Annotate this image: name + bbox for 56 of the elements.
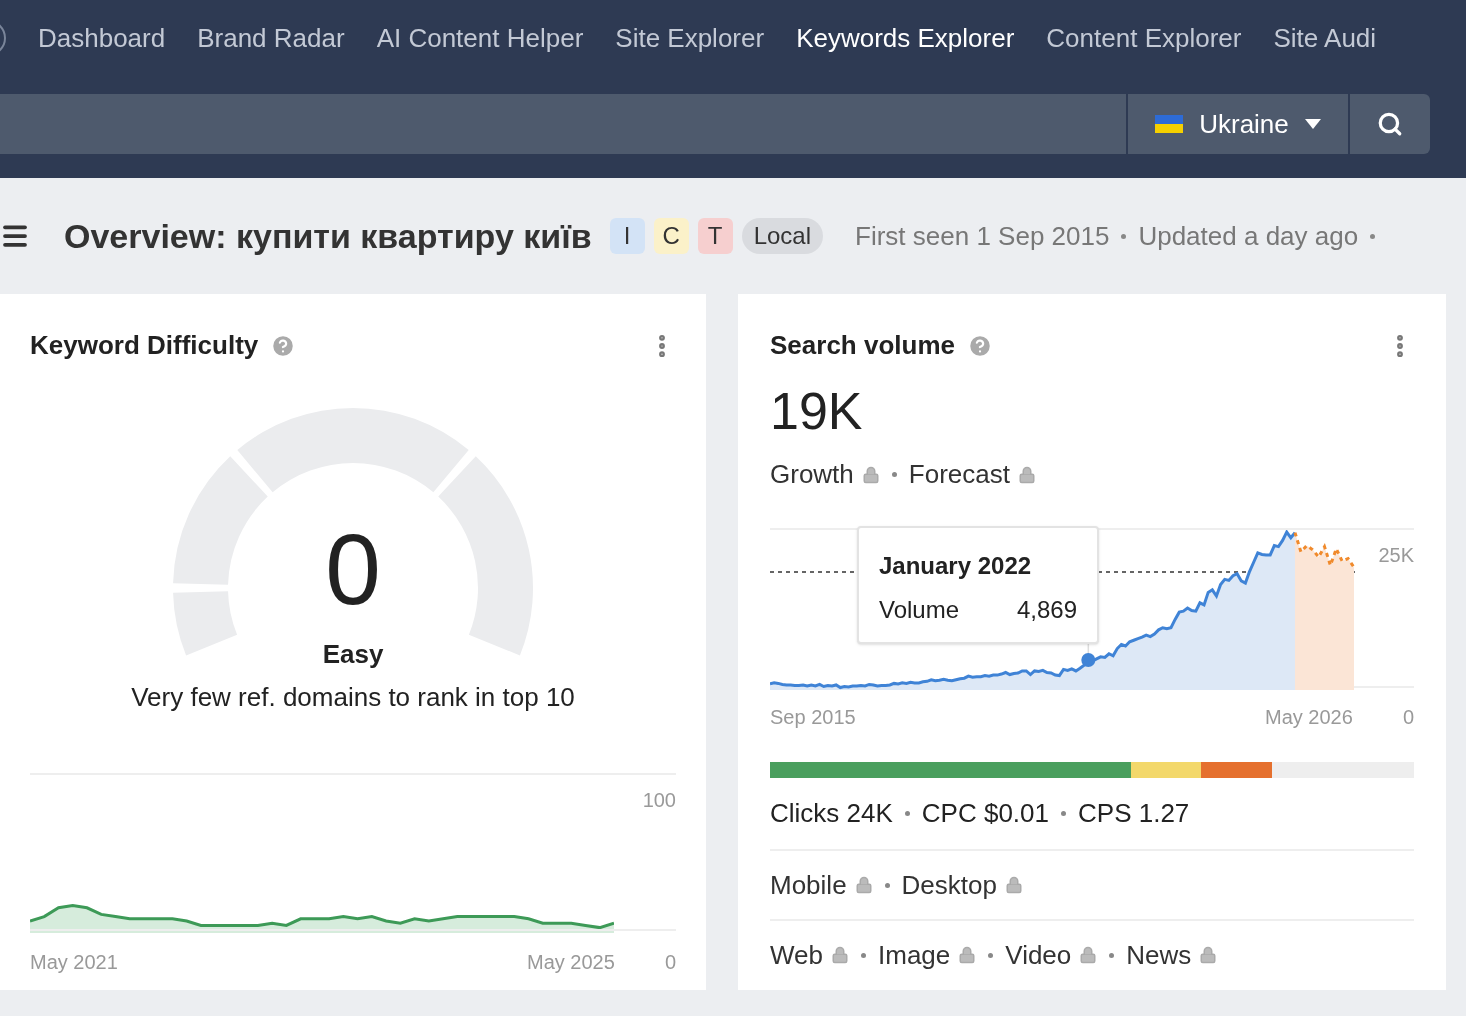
- lock-icon: [854, 876, 873, 895]
- intent-badge: I: [609, 218, 645, 254]
- search-button[interactable]: [1350, 94, 1430, 154]
- tooltip-month: January 2022: [879, 551, 1033, 581]
- nav-link[interactable]: Content Explorer: [1046, 18, 1242, 58]
- nav-link[interactable]: Brand Radar: [197, 18, 345, 58]
- lock-icon: [831, 946, 849, 965]
- axis-label: May 2021: [30, 950, 118, 975]
- page-title: Overview: купити квартиру київ: [64, 215, 592, 257]
- tooltip-value: 4,869: [1016, 595, 1077, 625]
- nav-link[interactable]: Keywords Explorer: [796, 18, 1015, 58]
- volume-value: 19K: [770, 385, 864, 437]
- intent-badge: C: [653, 218, 689, 254]
- nav-link[interactable]: AI Content Helper: [376, 18, 584, 58]
- nav-link[interactable]: Site Explorer: [615, 18, 765, 58]
- stat-text: CPS 1.27: [1078, 797, 1190, 831]
- stat-text: CPC $0.01: [921, 797, 1049, 831]
- stat-text: Clicks 24K: [770, 797, 893, 831]
- metric-label: Image: [878, 938, 951, 972]
- metric-label: Video: [1005, 938, 1072, 972]
- axis-label: 0: [664, 950, 676, 975]
- metric-label: Desktop: [901, 868, 997, 902]
- axis-label: Sep 2015: [770, 705, 856, 731]
- local-badge: Local: [741, 218, 824, 254]
- metric-label: News: [1126, 938, 1192, 972]
- search-field[interactable]: [0, 94, 1126, 154]
- lock-icon: [1199, 946, 1218, 965]
- intent-badge: T: [697, 218, 733, 254]
- difficulty-score: 0: [325, 519, 381, 619]
- axis-label: 25K: [1378, 543, 1414, 568]
- lock-icon: [958, 946, 977, 965]
- axis-label: 100: [642, 788, 676, 813]
- difficulty-description: Very few ref. domains to rank in top 10: [131, 681, 575, 714]
- metric-label: Web: [770, 938, 823, 972]
- ukraine-flag-icon: [1155, 115, 1184, 133]
- axis-label: 0: [1402, 705, 1414, 731]
- caret-icon: [1304, 119, 1321, 129]
- tooltip-label: Volume: [879, 595, 960, 625]
- nav-link[interactable]: Site Audi: [1273, 18, 1377, 58]
- search-icon: [1377, 111, 1403, 137]
- difficulty-rating: Easy: [322, 638, 384, 671]
- lock-icon: [1017, 465, 1036, 484]
- metric-label: Forecast: [908, 458, 1010, 491]
- lock-icon: [1079, 946, 1098, 965]
- first-seen-text: First seen 1 Sep 2015: [855, 219, 1110, 253]
- lock-icon: [1005, 876, 1023, 895]
- country-dropdown[interactable]: Ukraine: [1128, 94, 1348, 154]
- nav-link[interactable]: Dashboard: [38, 18, 166, 58]
- metric-label: Mobile: [770, 868, 847, 902]
- card-title: Search volume: [770, 329, 955, 362]
- axis-label: May 2025: [527, 950, 615, 975]
- card-title: Keyword Difficulty: [30, 329, 259, 362]
- metric-label: Growth: [770, 458, 854, 491]
- axis-label: May 2026: [1265, 705, 1353, 731]
- updated-text: Updated a day ago: [1138, 219, 1359, 253]
- lock-icon: [861, 465, 880, 484]
